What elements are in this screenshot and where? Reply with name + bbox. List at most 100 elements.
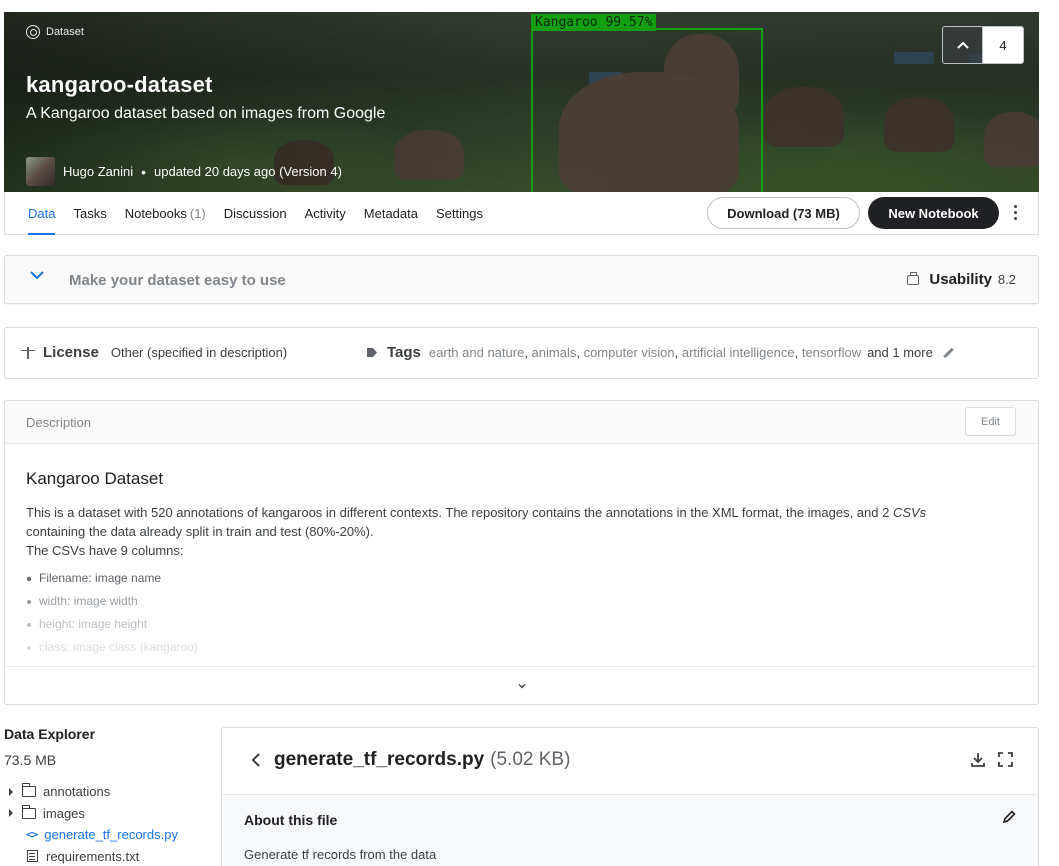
tags-label: Tags <box>387 344 421 361</box>
back-chevron-icon[interactable] <box>250 753 262 767</box>
dataset-tab-bar: Data Tasks Notebooks (1) Discussion Activ… <box>4 192 1039 235</box>
tag-link[interactable]: computer vision <box>584 345 675 360</box>
expand-caret-icon[interactable] <box>9 787 13 796</box>
tab-metadata[interactable]: Metadata <box>355 192 427 234</box>
column-name: height <box>39 617 72 631</box>
license-section: License Other (specified in description) <box>21 344 287 361</box>
description-text: containing the data already split in tra… <box>26 524 374 539</box>
usability-value: 8.2 <box>997 272 1016 287</box>
list-item: Filename: image name <box>26 567 986 590</box>
column-name: class <box>39 640 67 654</box>
description-heading: Kangaroo Dataset <box>26 469 164 488</box>
briefcase-icon <box>907 271 920 285</box>
file-preview-panel: generate_tf_records.py (5.02 KB) About th… <box>221 727 1039 866</box>
license-tags-card: License Other (specified in description)… <box>4 327 1039 379</box>
edit-description-button[interactable]: Edit <box>965 407 1016 436</box>
tree-item-annotations[interactable]: annotations <box>4 781 214 803</box>
usability-card[interactable]: Make your dataset easy to use Usability … <box>4 255 1039 304</box>
expand-description-button[interactable] <box>5 666 1038 704</box>
about-file-section: About this file Generate tf records from… <box>222 794 1038 866</box>
description-text: This is a dataset with 520 annotations o… <box>26 505 893 520</box>
content-type: Dataset <box>26 25 84 39</box>
code-file-icon: <> <box>26 828 38 842</box>
folder-icon <box>21 804 36 819</box>
tree-item-label: annotations <box>43 784 111 800</box>
usability-label: Usability <box>929 271 992 288</box>
file-title: generate_tf_records.py (5.02 KB) <box>274 749 570 771</box>
tag-link[interactable]: artificial intelligence <box>682 345 795 360</box>
content-type-label: Dataset <box>46 26 84 38</box>
data-explorer-title: Data Explorer <box>4 726 96 742</box>
upvote-button[interactable] <box>943 27 983 63</box>
tab-label: Settings <box>435 205 483 221</box>
tab-discussion[interactable]: Discussion <box>215 192 296 234</box>
download-button[interactable]: Download (73 MB) <box>707 197 860 229</box>
chevron-down-icon <box>518 683 525 688</box>
tab-count: (1) <box>189 205 206 221</box>
tab-data[interactable]: Data <box>19 192 64 235</box>
tab-label: Tasks <box>73 205 107 221</box>
tags-more-link[interactable]: and 1 more <box>867 345 933 360</box>
tag-link[interactable]: tensorflow <box>802 345 861 360</box>
folder-icon <box>21 783 36 798</box>
chevron-down-icon[interactable] <box>29 267 45 283</box>
about-file-text: Generate tf records from the data <box>244 847 437 862</box>
tree-item-label: images <box>43 805 85 821</box>
description-header-title: Description <box>26 415 92 430</box>
tag-link[interactable]: earth and nature <box>429 345 524 360</box>
more-options-icon[interactable] <box>1008 201 1022 223</box>
meta-separator: • <box>141 163 147 180</box>
fullscreen-icon[interactable] <box>998 752 1013 767</box>
pencil-icon[interactable] <box>1001 809 1017 825</box>
file-header: generate_tf_records.py (5.02 KB) <box>222 728 1038 794</box>
download-icon[interactable] <box>970 752 986 768</box>
file-name: generate_tf_records.py <box>274 749 485 770</box>
column-desc: image name <box>95 571 162 585</box>
description-emphasis: CSVs <box>892 505 927 520</box>
dataset-title: kangaroo-dataset <box>26 72 213 97</box>
dataset-header-banner: Kangaroo 99.57% Dataset kangaroo-dataset… <box>4 12 1039 192</box>
license-value: Other (specified in description) <box>110 345 288 360</box>
about-file-title: About this file <box>244 812 338 828</box>
tree-item-label: requirements.txt <box>46 848 140 864</box>
tag-icon <box>367 348 377 357</box>
description-paragraph: The CSVs have 9 columns: <box>26 543 184 558</box>
tab-tasks[interactable]: Tasks <box>64 192 115 234</box>
edit-tags-pencil-icon[interactable] <box>943 348 953 358</box>
tab-settings[interactable]: Settings <box>427 192 492 234</box>
tree-item-label: generate_tf_records.py <box>44 827 178 843</box>
upvote-count: 4 <box>983 27 1023 63</box>
usability-prompt: Make your dataset easy to use <box>69 272 286 289</box>
description-paragraph: This is a dataset with 520 annotations o… <box>26 503 986 541</box>
column-desc: image class (kangaroo) <box>73 640 198 654</box>
tab-activity[interactable]: Activity <box>296 192 355 234</box>
author-avatar[interactable] <box>26 157 55 186</box>
author-name[interactable]: Hugo Zanini <box>63 164 133 179</box>
tree-item-requirements[interactable]: requirements.txt <box>4 846 214 866</box>
file-tree: annotations images <> generate_tf_record… <box>4 781 214 866</box>
tab-label: Data <box>28 205 56 221</box>
tree-item-generate-tf-records[interactable]: <> generate_tf_records.py <box>4 824 214 846</box>
list-item: class: image class (kangaroo) <box>26 636 986 659</box>
column-name: Filename <box>39 571 89 585</box>
column-name: width <box>39 594 68 608</box>
data-explorer: Data Explorer 73.5 MB annotations images… <box>4 726 214 866</box>
tab-notebooks[interactable]: Notebooks (1) <box>116 192 215 234</box>
columns-list: Filename: image name width: image width … <box>26 567 986 659</box>
license-label: License <box>43 344 99 361</box>
chevron-up-icon <box>956 41 969 49</box>
document-icon <box>27 850 38 863</box>
tab-label: Activity <box>304 205 346 221</box>
tree-item-images[interactable]: images <box>4 803 214 825</box>
description-card: Description Edit Kangaroo Dataset This i… <box>4 400 1039 705</box>
license-scale-icon <box>21 346 35 359</box>
dataset-icon <box>26 25 40 39</box>
tag-link[interactable]: animals <box>532 345 577 360</box>
expand-caret-icon[interactable] <box>9 809 13 818</box>
upvote-widget: 4 <box>942 26 1024 64</box>
new-notebook-button[interactable]: New Notebook <box>868 197 999 229</box>
column-desc: image height <box>78 617 148 631</box>
tab-label: Discussion <box>223 205 287 221</box>
tag-list: earth and nature, animals, computer visi… <box>428 345 862 360</box>
tab-label: Metadata <box>363 205 418 221</box>
